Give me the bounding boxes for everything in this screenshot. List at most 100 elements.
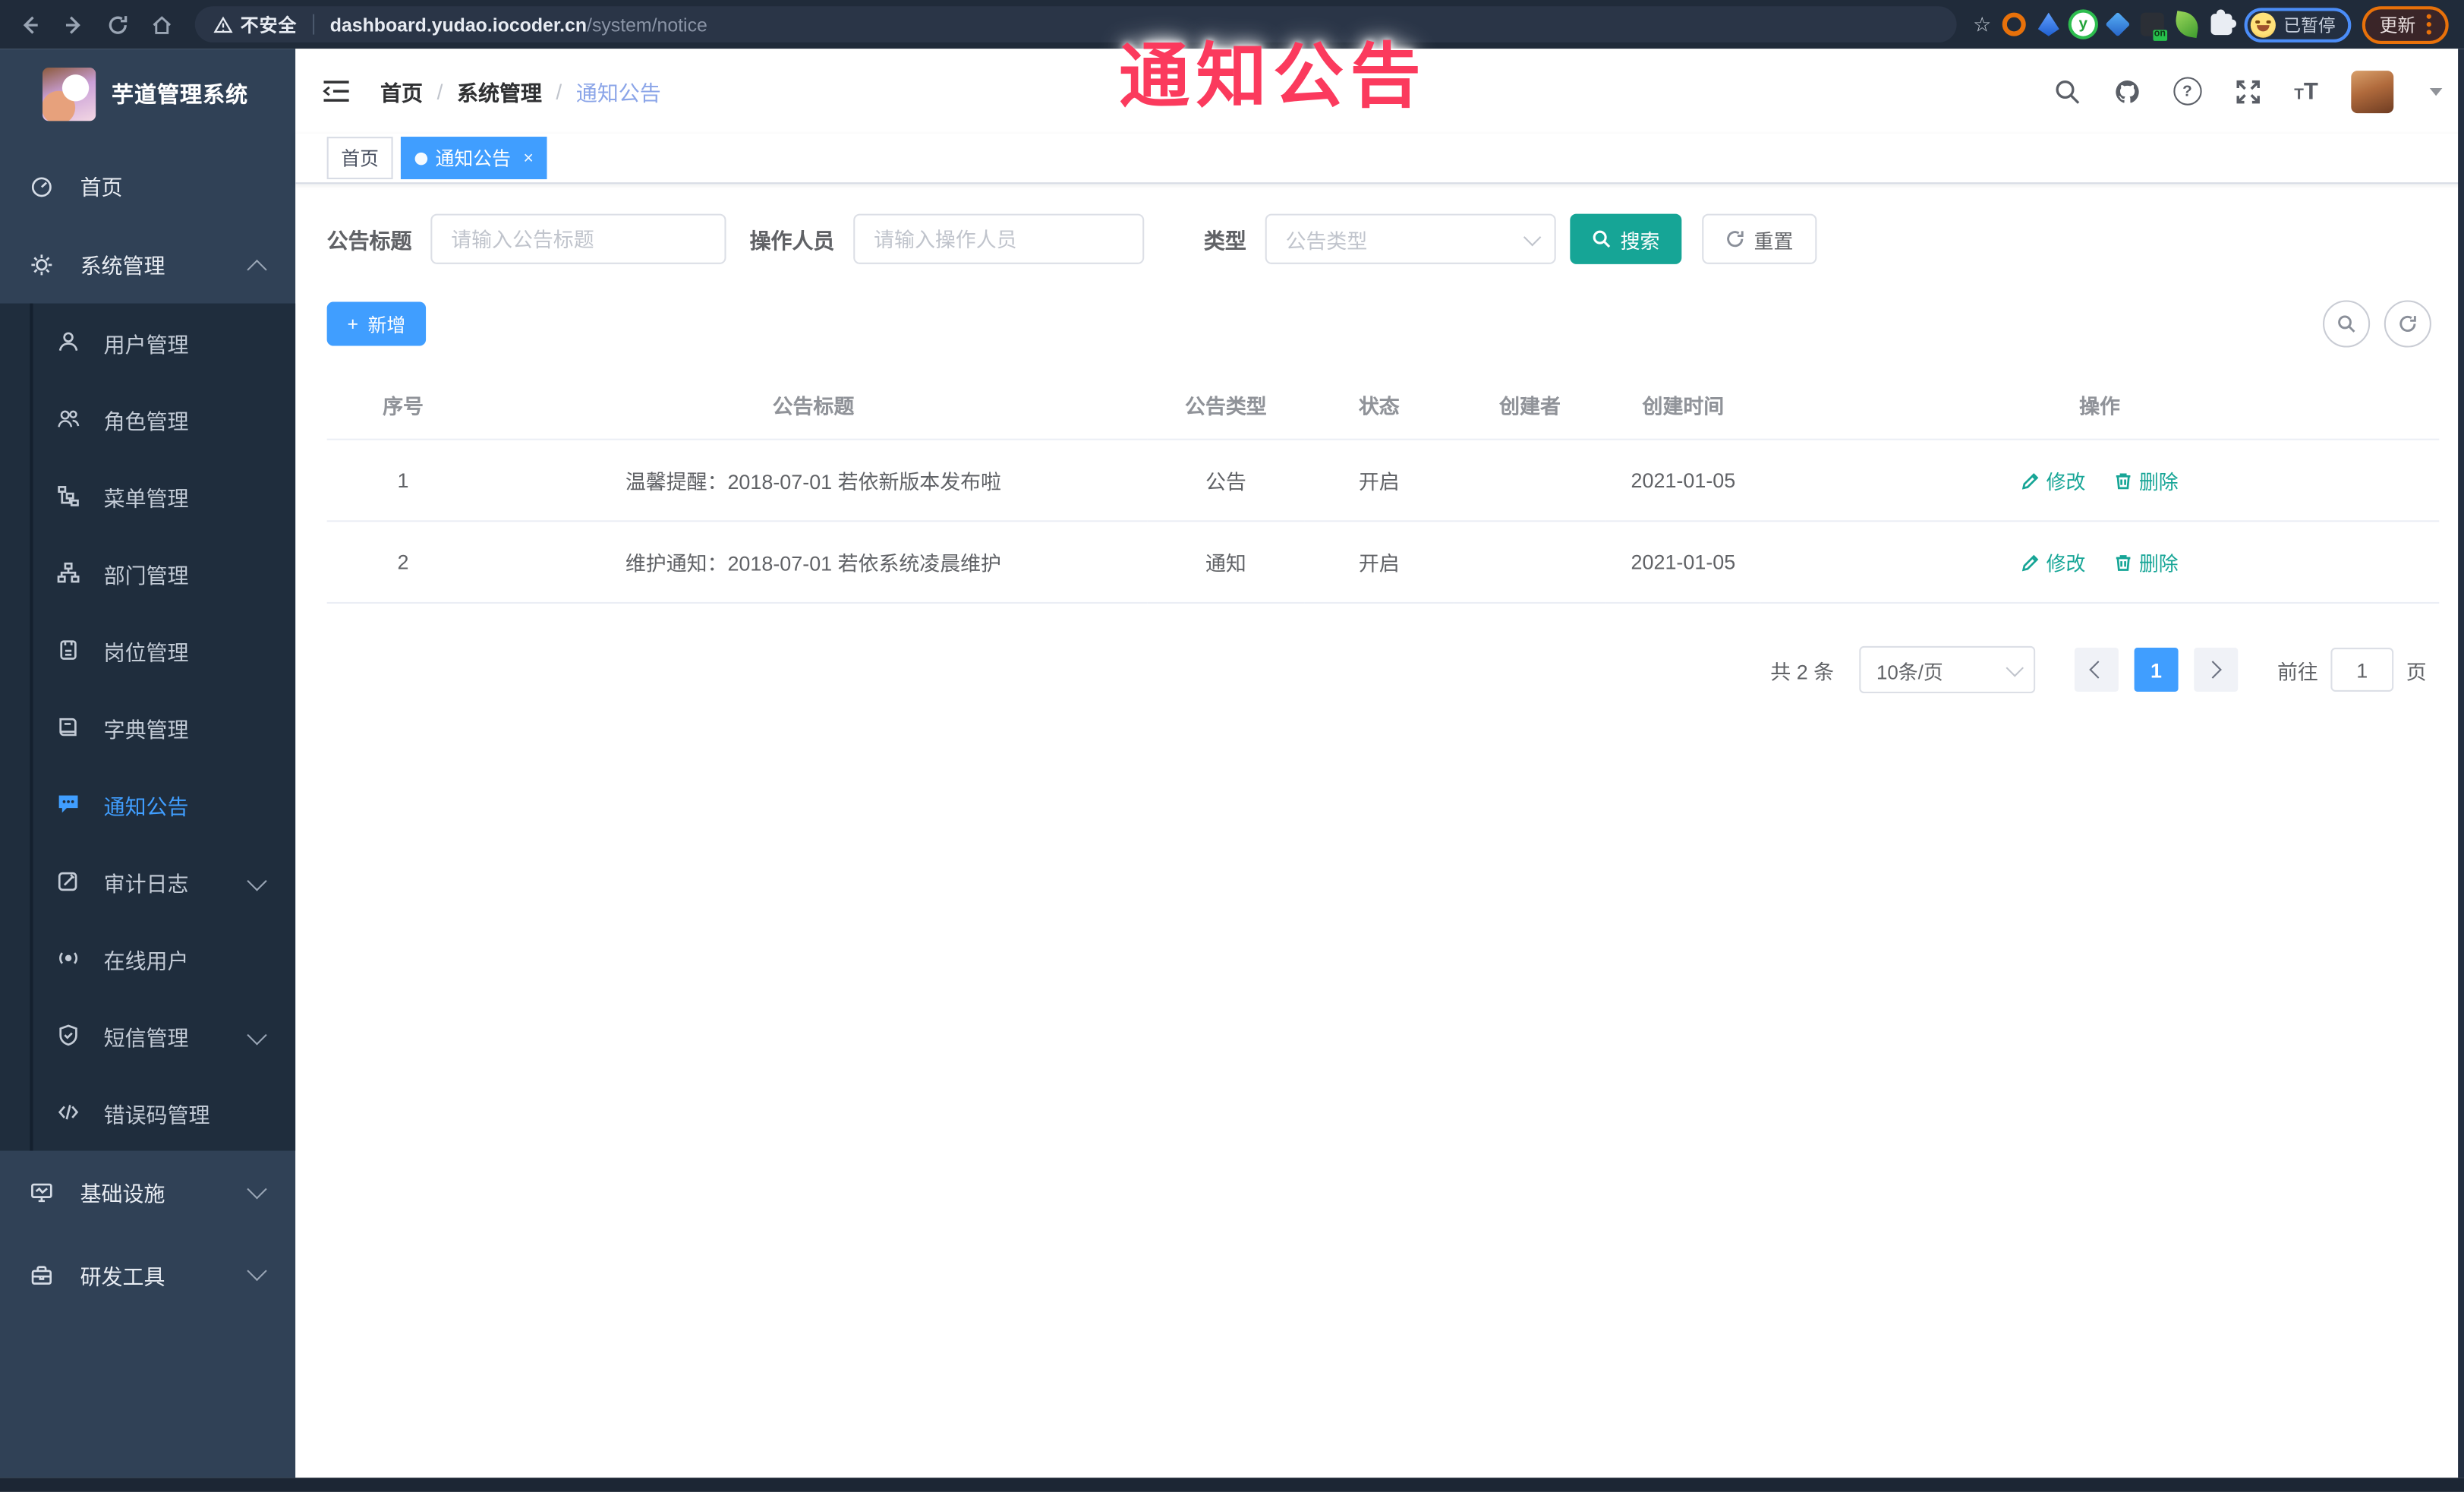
- sidebar-item-label: 字典管理: [103, 718, 189, 742]
- sidebar-item-infra[interactable]: 基础设施: [0, 1151, 295, 1233]
- extensions-puzzle-icon[interactable]: [2210, 9, 2237, 36]
- sidebar-item-home[interactable]: 首页: [0, 147, 295, 226]
- sidebar-item-label: 短信管理: [103, 1025, 189, 1049]
- shield-check-icon: [57, 1024, 80, 1047]
- table-row[interactable]: 2 维护通知：2018-07-01 若依系统凌晨维护 通知 开启 2021-01…: [326, 521, 2440, 604]
- delete-label: 删除: [2138, 553, 2179, 576]
- add-button[interactable]: + 新增: [326, 301, 427, 346]
- back-icon[interactable]: [9, 5, 50, 43]
- search-button[interactable]: 搜索: [1570, 213, 1682, 264]
- type-label: 类型: [1203, 229, 1246, 254]
- kebab-menu-icon[interactable]: [2426, 14, 2431, 35]
- blue-diamond-extension-icon[interactable]: [2105, 11, 2131, 37]
- search-icon[interactable]: [2053, 77, 2080, 104]
- forward-icon[interactable]: [53, 5, 94, 43]
- address-bar[interactable]: 不安全 dashboard.yudao.iocoder.cn/system/no…: [194, 6, 1958, 43]
- browser-update-button[interactable]: 更新: [2362, 5, 2449, 43]
- sidebar-item-depts[interactable]: 部门管理: [0, 535, 295, 611]
- col-creator: 创建者: [1454, 371, 1606, 440]
- sidebar: 芋道管理系统 首页 系统管理 用户管理 角色管理 菜单管理 部门管理 岗位管理 …: [0, 49, 296, 1478]
- sidebar-item-label: 菜单管理: [103, 486, 189, 510]
- notice-type-select[interactable]: 公告类型: [1265, 213, 1556, 264]
- sidebar-item-devtools[interactable]: 研发工具: [0, 1232, 295, 1317]
- breadcrumb-system[interactable]: 系统管理: [457, 75, 542, 106]
- user-avatar[interactable]: [2351, 70, 2394, 113]
- notice-title-input[interactable]: [430, 213, 726, 264]
- goto-page-input[interactable]: [2330, 648, 2394, 692]
- on-badge-extension-icon[interactable]: [2140, 12, 2168, 41]
- users-icon: [57, 407, 80, 431]
- leaf-extension-icon[interactable]: [2173, 11, 2201, 39]
- table-tools: [2323, 300, 2431, 348]
- green-y-extension-icon[interactable]: [2071, 12, 2095, 36]
- sidebar-item-users[interactable]: 用户管理: [0, 304, 295, 380]
- sidebar-item-label: 错误码管理: [103, 1102, 210, 1127]
- github-icon[interactable]: [2113, 77, 2140, 104]
- page-number-1[interactable]: 1: [2134, 648, 2179, 692]
- breadcrumb-home[interactable]: 首页: [380, 75, 423, 106]
- sidebar-item-online-users[interactable]: 在线用户: [0, 919, 295, 996]
- chevron-right-icon: [2204, 661, 2223, 679]
- refresh-table-button[interactable]: [2384, 300, 2431, 348]
- sidebar-item-label: 岗位管理: [103, 640, 189, 664]
- sidebar-item-roles[interactable]: 角色管理: [0, 380, 295, 457]
- prev-page-button[interactable]: [2074, 648, 2119, 692]
- add-button-label: 新增: [367, 314, 406, 336]
- sidebar-item-sms[interactable]: 短信管理: [0, 997, 295, 1074]
- col-title: 公告标题: [479, 371, 1148, 440]
- toggle-search-button[interactable]: [2323, 300, 2371, 348]
- security-label[interactable]: 不安全: [241, 12, 298, 37]
- online-signal-icon: [57, 946, 80, 970]
- edit-square-icon: [57, 869, 80, 893]
- emoji-avatar-icon: [2250, 11, 2276, 37]
- fullscreen-icon[interactable]: [2235, 77, 2261, 104]
- delete-link[interactable]: 删除: [2114, 465, 2179, 495]
- sidebar-item-label: 系统管理: [80, 254, 165, 279]
- cell-type: 公告: [1147, 439, 1305, 522]
- collapse-sidebar-icon[interactable]: [322, 79, 350, 104]
- reload-icon[interactable]: [97, 5, 138, 43]
- sidebar-item-notice[interactable]: 通知公告: [0, 765, 295, 842]
- reset-button-label: 重置: [1753, 230, 1794, 253]
- page-size-select[interactable]: 10条/页: [1859, 645, 2036, 694]
- sidebar-item-audit-log[interactable]: 审计日志: [0, 843, 295, 919]
- search-button-label: 搜索: [1620, 230, 1660, 253]
- browser-profile-chip[interactable]: 已暂停: [2244, 7, 2352, 42]
- profile-status-label: 已暂停: [2283, 16, 2336, 36]
- tab-notice[interactable]: 通知公告 ×: [400, 137, 548, 180]
- sidebar-item-system[interactable]: 系统管理: [0, 225, 295, 304]
- notice-title-label: 公告标题: [326, 229, 412, 254]
- help-icon[interactable]: ?: [2173, 77, 2202, 106]
- sidebar-item-label: 在线用户: [103, 948, 189, 973]
- table-row[interactable]: 1 温馨提醒：2018-07-01 若依新版本发布啦 公告 开启 2021-01…: [326, 439, 2440, 522]
- message-bubble-icon: [57, 792, 80, 815]
- sidebar-item-label: 首页: [80, 175, 123, 200]
- sidebar-item-error-codes[interactable]: 错误码管理: [0, 1074, 295, 1150]
- sidebar-logo[interactable]: 芋道管理系统: [0, 49, 295, 137]
- font-size-icon[interactable]: TT: [2294, 80, 2318, 103]
- tab-close-icon[interactable]: ×: [524, 149, 534, 168]
- edit-link[interactable]: 修改: [2021, 547, 2085, 576]
- orange-extension-icon[interactable]: [2002, 12, 2026, 36]
- cell-time: 2021-01-05: [1605, 521, 1760, 604]
- home-icon[interactable]: [141, 5, 182, 43]
- reset-button[interactable]: 重置: [1702, 213, 1817, 264]
- delete-link[interactable]: 删除: [2114, 547, 2179, 576]
- sidebar-item-label: 部门管理: [103, 563, 189, 588]
- sidebar-item-posts[interactable]: 岗位管理: [0, 611, 295, 688]
- blue-drop-extension-icon[interactable]: [2037, 12, 2059, 36]
- tab-home[interactable]: 首页: [326, 137, 393, 180]
- sidebar-item-dict[interactable]: 字典管理: [0, 689, 295, 765]
- cell-creator: [1454, 521, 1606, 604]
- url-path[interactable]: /system/notice: [587, 14, 707, 36]
- avatar-caret-icon[interactable]: [2429, 87, 2443, 96]
- search-icon: [1593, 230, 1611, 248]
- operator-input[interactable]: [853, 213, 1145, 264]
- browser-scrollbar[interactable]: [2458, 49, 2464, 1478]
- bookmark-star-icon[interactable]: ☆: [1973, 14, 1991, 35]
- table-header-row: 序号 公告标题 公告类型 状态 创建者 创建时间 操作: [326, 371, 2440, 440]
- edit-link[interactable]: 修改: [2021, 465, 2085, 495]
- next-page-button[interactable]: [2194, 648, 2239, 692]
- url-host[interactable]: dashboard.yudao.iocoder.cn: [330, 14, 587, 36]
- sidebar-item-menus[interactable]: 菜单管理: [0, 457, 295, 534]
